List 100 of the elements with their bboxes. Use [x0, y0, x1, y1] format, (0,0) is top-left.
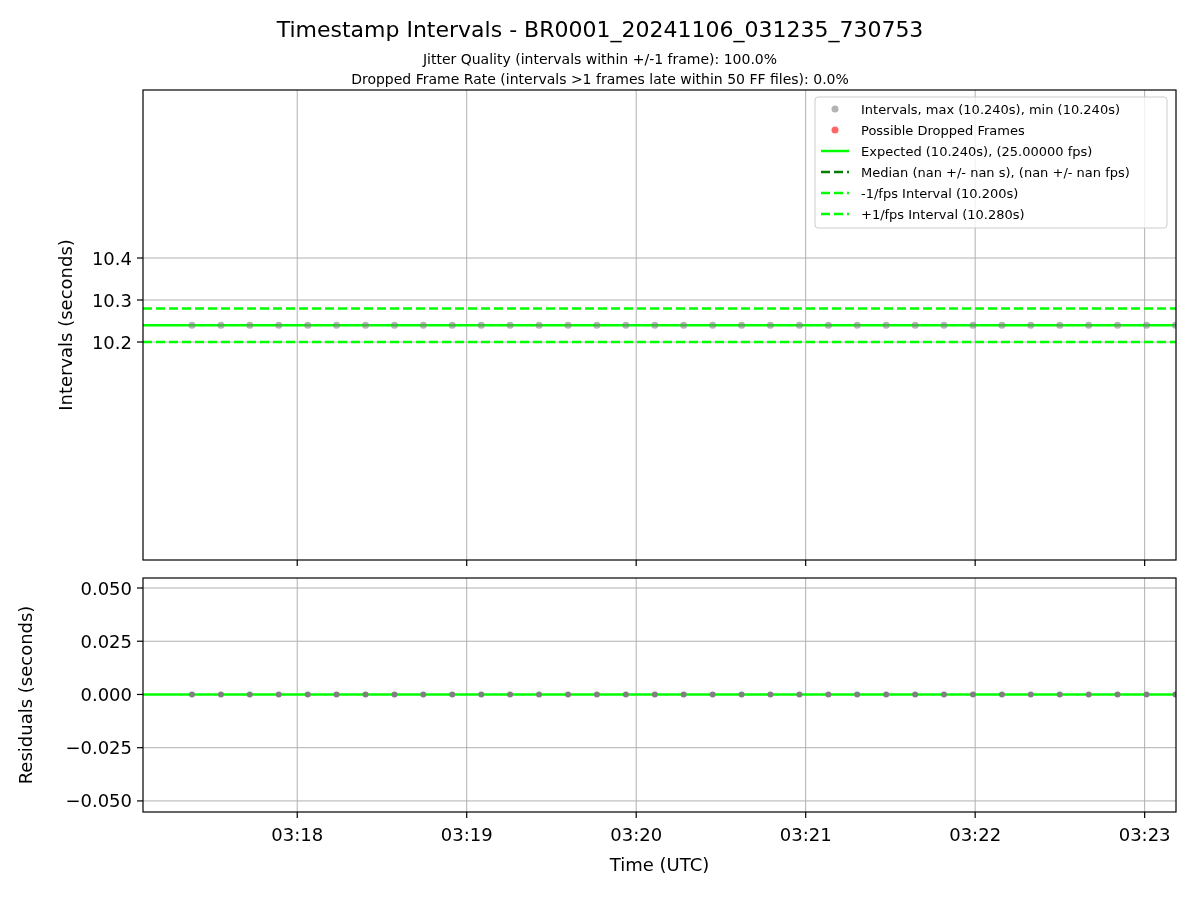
tick-label: 10.2 [91, 331, 132, 353]
data-point [217, 691, 224, 698]
data-point [796, 691, 803, 698]
data-point [911, 321, 919, 329]
tick-mark [136, 640, 144, 642]
legend-label: Expected (10.240s), (25.00000 fps) [861, 143, 1093, 159]
legend-label: Intervals, max (10.240s), min (10.240s) [861, 101, 1120, 117]
axis-label: Intervals (seconds) [55, 239, 76, 411]
data-point [824, 321, 832, 329]
axis-label: Time (UTC) [609, 854, 710, 875]
tick-mark [805, 811, 807, 819]
data-point [1143, 321, 1150, 329]
data-point [969, 321, 977, 329]
data-point [304, 691, 311, 698]
data-point [1143, 691, 1150, 698]
data-point [564, 321, 572, 329]
tick-mark [296, 811, 298, 819]
legend-label: Possible Dropped Frames [861, 122, 1025, 138]
data-point [1027, 321, 1035, 329]
legend-marker-icon [831, 126, 839, 134]
data-point [940, 321, 948, 329]
legend-line-icon [821, 212, 849, 216]
tick-mark [635, 811, 637, 819]
data-point [738, 691, 745, 698]
data-point [275, 691, 282, 698]
data-point [333, 321, 341, 329]
data-point [535, 321, 543, 329]
data-point [362, 691, 369, 698]
tick-label: 0.025 [80, 630, 132, 652]
legend-line-icon [821, 170, 849, 174]
tick-label: 10.3 [91, 289, 132, 311]
data-point [622, 691, 629, 698]
figure-title: Timestamp Intervals - BR0001_20241106_031235_730753 [276, 17, 924, 42]
legend-line-icon [821, 191, 849, 195]
tick-label: −0.025 [65, 737, 132, 759]
data-point [680, 691, 687, 698]
data-point [766, 321, 774, 329]
data-point [275, 321, 283, 329]
data-point [506, 321, 514, 329]
data-point [680, 321, 688, 329]
data-point [998, 691, 1005, 698]
data-point [420, 691, 427, 698]
data-point [883, 691, 890, 698]
data-point [419, 321, 427, 329]
tick-label: 03:23 [1118, 824, 1171, 845]
figure-subtitle: Jitter Quality (intervals within +/-1 frame): 100.0% [422, 51, 778, 67]
data-point [709, 321, 717, 329]
data-point [1056, 321, 1064, 329]
legend-label: -1/fps Interval (10.200s) [861, 185, 1019, 201]
data-point [912, 691, 919, 698]
figure-subtitle: Dropped Frame Rate (intervals >1 frames late within 50 FF files): 0.0% [351, 71, 849, 87]
tick-mark [136, 747, 144, 749]
data-point [246, 321, 254, 329]
tick-mark [296, 559, 298, 567]
tick-label: 03:22 [949, 824, 1002, 845]
tick-label: −0.050 [65, 790, 132, 812]
data-point [969, 691, 976, 698]
tick-label: 03:20 [610, 824, 663, 845]
data-point [246, 691, 253, 698]
tick-mark [136, 800, 144, 802]
data-point [189, 691, 195, 698]
data-point [709, 691, 716, 698]
data-point [507, 691, 514, 698]
data-point [448, 321, 456, 329]
tick-mark [974, 811, 976, 819]
data-point [536, 691, 543, 698]
data-point [882, 321, 890, 329]
data-point [565, 691, 572, 698]
data-point [478, 691, 485, 698]
legend-label: Median (nan +/- nan s), (nan +/- nan fps) [861, 164, 1130, 180]
data-point [998, 321, 1006, 329]
data-point [1027, 691, 1034, 698]
data-point [651, 691, 658, 698]
data-point [941, 691, 947, 698]
data-point [1085, 321, 1093, 329]
tick-label: 0.000 [80, 683, 132, 705]
data-point [304, 321, 312, 329]
data-point [651, 321, 659, 329]
tick-label: 03:21 [779, 824, 832, 845]
data-point [767, 691, 774, 698]
data-point [1172, 691, 1176, 698]
legend-marker-icon [831, 105, 839, 113]
tick-mark [466, 811, 468, 819]
data-point [217, 321, 225, 329]
data-point [333, 691, 340, 698]
data-point [1114, 691, 1121, 698]
tick-label: 03:18 [271, 824, 324, 845]
data-point [1114, 321, 1122, 329]
data-point [593, 321, 601, 329]
tick-mark [136, 341, 144, 343]
tick-mark [635, 559, 637, 567]
tick-label: 0.050 [80, 577, 132, 599]
tick-mark [805, 559, 807, 567]
tick-mark [136, 299, 144, 301]
data-point [1056, 691, 1063, 698]
tick-mark [1144, 811, 1146, 819]
tick-mark [136, 693, 144, 696]
tick-label: 10.4 [91, 247, 132, 269]
data-point [622, 321, 630, 329]
tick-mark [136, 257, 144, 259]
